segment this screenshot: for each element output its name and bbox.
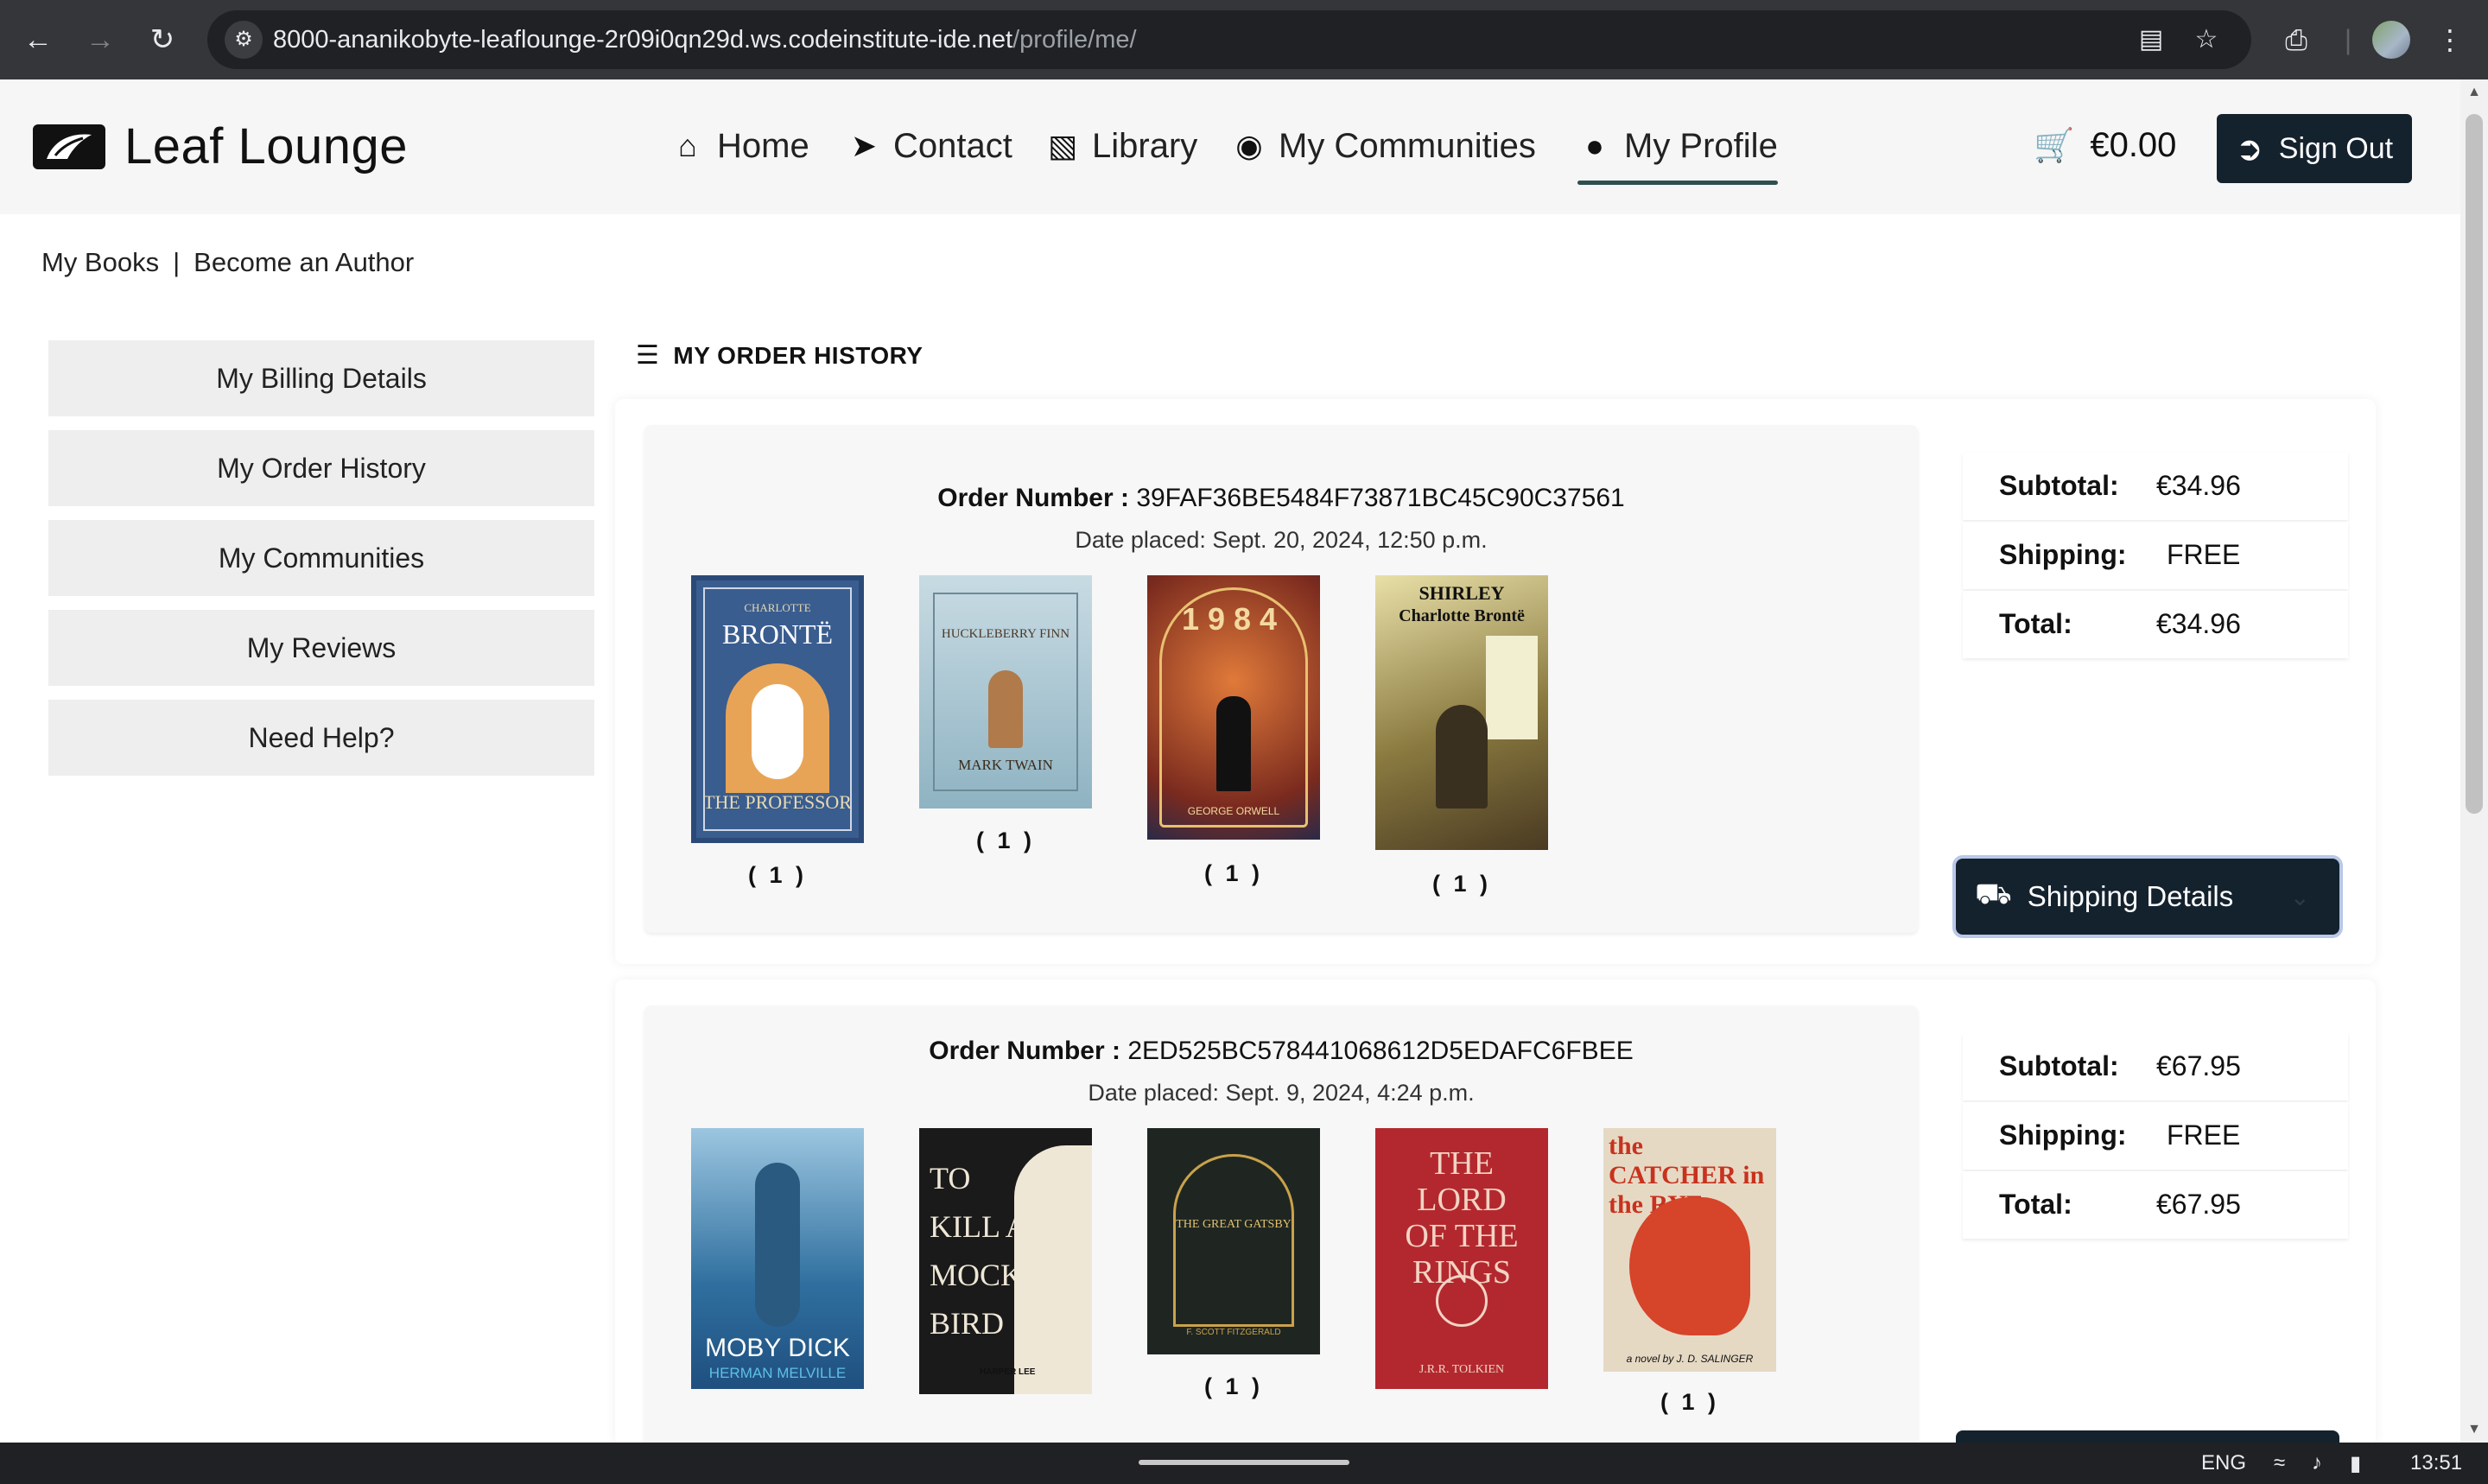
sidebar-reviews[interactable]: My Reviews	[48, 610, 594, 686]
book-quantity: ( 1 )	[975, 828, 1035, 853]
toolbar-divider: |	[2344, 24, 2352, 55]
profile-subnav: My Books | Become an Author	[41, 247, 414, 278]
become-author-link[interactable]: Become an Author	[194, 247, 414, 277]
site-info-icon[interactable]: ⚙	[225, 21, 263, 59]
book-cover-image[interactable]: CHARLOTTE BRONTË THE PROFESSOR	[691, 575, 864, 843]
bookmark-star-icon[interactable]: ☆	[2189, 22, 2224, 57]
card-icon[interactable]: ▤	[2134, 22, 2168, 57]
nav-library[interactable]: ▧ Library	[1045, 116, 1197, 176]
book-cover-image[interactable]: SHIRLEY Charlotte Brontë	[1375, 575, 1548, 850]
order-history-heading: ☰ MY ORDER HISTORY	[636, 341, 923, 370]
total-row: Total: €67.95	[1963, 1171, 2348, 1239]
book-quantity: ( 1 )	[1660, 1389, 1719, 1415]
address-bar[interactable]: ⚙ 8000-ananikobyte-leaflounge-2r09i0qn29…	[207, 10, 2251, 69]
order-date: Date placed: Sept. 9, 2024, 4:24 p.m.	[1088, 1080, 1475, 1106]
book-quantity: ( 1 )	[1431, 871, 1491, 897]
list-icon: ☰	[636, 341, 660, 370]
url-text[interactable]: 8000-ananikobyte-leaflounge-2r09i0qn29d.…	[273, 26, 1137, 54]
truck-icon: ⛟	[1975, 878, 2012, 910]
reload-icon[interactable]: ↻	[142, 19, 183, 60]
paper-plane-icon: ➤	[850, 128, 878, 163]
book-quantity: ( 1 )	[1203, 1373, 1263, 1399]
nav-home[interactable]: ⌂ Home	[670, 116, 809, 176]
total-value: €34.96	[2156, 608, 2241, 639]
brand-name[interactable]: Leaf Lounge	[124, 117, 408, 175]
book-cover-image[interactable]: HUCKLEBERRY FINN MARK TWAIN	[919, 575, 1092, 809]
order-number: Order Number : 39FAF36BE5484F73871BC45C9…	[937, 484, 1625, 512]
order-main-panel: Order Number : 2ED525BC578441068612D5EDA…	[644, 1005, 1918, 1455]
cart-link[interactable]: 🛒 €0.00	[2034, 126, 2176, 165]
scroll-down-icon[interactable]: ▼	[2460, 1422, 2488, 1437]
subtotal-value: €67.95	[2156, 1050, 2241, 1081]
shipping-value: FREE	[2167, 539, 2241, 570]
nav-profile[interactable]: ● My Profile	[1577, 116, 1778, 185]
comments-icon: ◉	[1235, 128, 1263, 163]
shopping-basket-icon: 🛒	[2034, 127, 2075, 164]
book-quantity: ( 1 )	[1203, 860, 1263, 886]
sidebar-communities[interactable]: My Communities	[48, 520, 594, 596]
order-number: Order Number : 2ED525BC578441068612D5EDA…	[929, 1037, 1634, 1065]
shipping-details-button[interactable]: ⛟ Shipping Details ⌄	[1956, 859, 2339, 935]
scroll-up-icon[interactable]: ▲	[2460, 85, 2488, 100]
shipping-value: FREE	[2167, 1119, 2241, 1151]
browser-toolbar: ← → ↻ ⚙ 8000-ananikobyte-leaflounge-2r09…	[0, 0, 2488, 79]
menu-kebab-icon[interactable]: ⋮	[2429, 19, 2471, 60]
subtotal-row: Subtotal: €34.96	[1963, 453, 2348, 520]
my-books-link[interactable]: My Books	[41, 247, 159, 277]
language-indicator[interactable]: ENG	[2201, 1451, 2246, 1475]
order-main-panel: Order Number : 39FAF36BE5484F73871BC45C9…	[644, 425, 1918, 933]
sign-out-icon: ➲	[2235, 130, 2263, 168]
total-row: Total: €34.96	[1963, 591, 2348, 658]
shipping-row: Shipping: FREE	[1963, 1102, 2348, 1170]
profile-avatar[interactable]	[2372, 21, 2410, 59]
total-value: €67.95	[2156, 1189, 2241, 1220]
subtotal-row: Subtotal: €67.95	[1963, 1033, 2348, 1100]
cart-total: €0.00	[2090, 126, 2177, 164]
nav-contact[interactable]: ➤ Contact	[847, 116, 1012, 176]
wifi-icon[interactable]: ≈	[2274, 1451, 2285, 1475]
sidebar-order-history[interactable]: My Order History	[48, 430, 594, 506]
clock[interactable]: 13:51	[2410, 1451, 2462, 1475]
site-navbar: Leaf Lounge ⌂ Home ➤ Contact ▧ Library ◉…	[0, 79, 2460, 214]
book-quantity: ( 1 )	[747, 862, 807, 888]
page-scrollbar[interactable]: ▲ ▼	[2460, 79, 2488, 1443]
chevron-down-icon: ⌄	[2289, 883, 2310, 910]
home-icon: ⌂	[678, 128, 697, 163]
order-date: Date placed: Sept. 20, 2024, 12:50 p.m.	[1075, 527, 1488, 553]
book-cover-image[interactable]: the CATCHER in the RYE a novel by J. D. …	[1603, 1128, 1776, 1372]
home-gesture-bar[interactable]	[1139, 1460, 1349, 1465]
nav-communities[interactable]: ◉ My Communities	[1232, 116, 1536, 176]
sign-out-button[interactable]: ➲ Sign Out	[2217, 114, 2412, 183]
sidebar-need-help[interactable]: Need Help?	[48, 700, 594, 776]
shipping-details-button[interactable]	[1956, 1430, 2339, 1443]
back-icon[interactable]: ←	[17, 19, 59, 60]
subnav-separator: |	[173, 247, 181, 277]
volume-icon[interactable]: ♪	[2312, 1451, 2322, 1475]
os-taskbar: ENG ≈ ♪ ▮ 13:51	[0, 1443, 2488, 1484]
book-cover-image[interactable]: TO KILL A MOCKING BIRD HARPER LEE	[919, 1128, 1092, 1394]
subtotal-value: €34.96	[2156, 470, 2241, 501]
sidebar-billing-details[interactable]: My Billing Details	[48, 340, 594, 416]
leaf-logo-icon[interactable]	[33, 124, 105, 169]
book-cover-image[interactable]: 1984 GEORGE ORWELL	[1147, 575, 1320, 840]
user-icon: ●	[1585, 128, 1604, 163]
book-cover-image[interactable]: THE LORD OF THE RINGS J.R.R. TOLKIEN	[1375, 1128, 1548, 1389]
extensions-icon[interactable]: ⎙	[2275, 19, 2317, 60]
book-cover-image[interactable]: MOBY DICK HERMAN MELVILLE	[691, 1128, 864, 1389]
shipping-row: Shipping: FREE	[1963, 522, 2348, 589]
book-icon: ▧	[1047, 128, 1077, 163]
scrollbar-thumb[interactable]	[2466, 114, 2483, 814]
forward-icon[interactable]: →	[79, 19, 121, 60]
battery-icon[interactable]: ▮	[2350, 1451, 2361, 1476]
book-cover-image[interactable]: THE GREAT GATSBY F. SCOTT FITZGERALD	[1147, 1128, 1320, 1354]
